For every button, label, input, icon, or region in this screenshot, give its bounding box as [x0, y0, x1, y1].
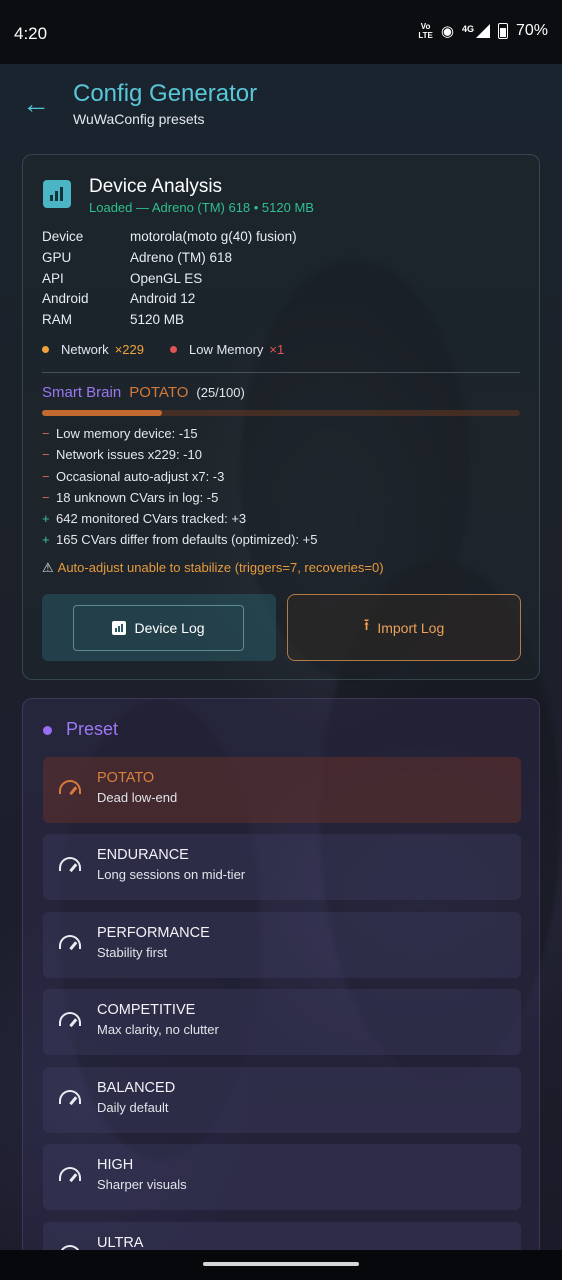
factor-item: − Network issues x229: -10 [42, 447, 202, 463]
page-subtitle: WuWaConfig presets [73, 111, 205, 127]
preset-name: BALANCED [97, 1080, 176, 1096]
preset-name: COMPETITIVE [97, 1002, 196, 1018]
preset-description: Stability first [97, 945, 168, 960]
factor-item: +165 CVars differ from defaults (optimiz… [42, 532, 318, 548]
hotspot-icon: ◉ [440, 23, 454, 40]
status-time: 4:20 [14, 24, 48, 43]
speedometer-icon [59, 935, 81, 949]
issue-flags: Network ×229 Low Memory ×1 [42, 342, 284, 357]
preset-name: ENDURANCE [97, 847, 189, 863]
signal-icon: 4G [462, 24, 490, 38]
preset-description: Long sessions on mid-tier [97, 867, 246, 882]
preset-section-title: Preset [66, 719, 119, 739]
analytics-icon [112, 621, 127, 635]
battery-level: 70% [515, 22, 548, 39]
status-bar: 4:20 Vo LTE ◉ 4G 70% [0, 0, 562, 64]
device-analysis-status: Loaded — Adreno (TM) 618 • 5120 MB [89, 200, 314, 215]
device-log-button[interactable]: Device Log [73, 605, 244, 651]
score-progress-bar [42, 410, 520, 416]
preset-name: POTATO [97, 770, 155, 786]
page-title: Config Generator [73, 80, 258, 107]
preset-name: PERFORMANCE [97, 925, 210, 941]
preset-description: Max clarity, no clutter [97, 1022, 219, 1037]
factor-item: − Occasional auto-adjust x7: -3 [42, 468, 225, 484]
preset-description: Daily default [97, 1100, 169, 1115]
auto-adjust-warning: ⚠ Auto-adjust unable to stabilize (trigge… [42, 560, 384, 575]
info-row: API OpenGL ES [42, 270, 203, 286]
import-log-button[interactable]: ⭱ Import Log [287, 594, 521, 661]
factor-item: − Low memory device: -15 [42, 426, 198, 441]
flag-label: Low Memory [188, 342, 264, 357]
speedometer-icon [59, 1090, 81, 1104]
preset-item-competitive[interactable]: COMPETITIVE Max clarity, no clutter [43, 989, 521, 1055]
status-icons: Vo LTE ◉ 4G 70% [418, 22, 548, 40]
factor-item: +642 monitored CVars tracked: +3 [42, 511, 247, 527]
divider [42, 372, 520, 373]
smart-brain-label: Smart Brain [42, 384, 122, 401]
info-row: Android Android 12 [42, 291, 196, 307]
flag-label: Network [61, 342, 109, 357]
network-dot-icon [42, 346, 49, 353]
preset-card: Preset POTATO Dead low-end ENDURANCE Lon… [22, 698, 540, 1280]
info-row: GPU Adreno (TM) 618 [42, 249, 233, 265]
smart-brain-score: (25/100) [196, 385, 245, 400]
device-info-table: Device motorola(moto g(40) fusion) GPU Adr… [42, 229, 512, 333]
preset-item-high[interactable]: HIGH Sharper visuals [43, 1144, 521, 1210]
back-arrow-icon[interactable]: ← [22, 88, 50, 120]
preset-item-endurance[interactable]: ENDURANCE Long sessions on mid-tier [43, 834, 521, 900]
flag-count: ×229 [114, 342, 144, 357]
preset-item-balanced[interactable]: BALANCED Daily default [43, 1067, 521, 1133]
battery-icon [497, 23, 508, 39]
score-factors-list: − Low memory device: -15 − Network issues … [42, 426, 522, 554]
flag-count: ×1 [269, 342, 285, 357]
gesture-nav-bar [0, 1250, 562, 1280]
smart-brain-header: Smart Brain POTATO (25/100) [42, 384, 245, 401]
preset-description: Dead low-end [97, 790, 178, 805]
volte-icon: Vo LTE [418, 22, 433, 40]
score-progress-fill [42, 410, 162, 416]
info-row: Device motorola(moto g(40) fusion) [42, 229, 297, 244]
preset-description: Sharper visuals [97, 1177, 187, 1192]
factor-item: −18 unknown CVars in log: -5 [42, 489, 219, 505]
smart-brain-tier: POTATO [129, 384, 189, 401]
device-log-button-container: Device Log [42, 594, 276, 661]
speedometer-icon [59, 1167, 81, 1181]
preset-name: ULTRA [97, 1235, 144, 1251]
import-log-label: Import Log [377, 619, 445, 636]
speedometer-icon [59, 857, 81, 871]
speedometer-icon [59, 1012, 81, 1026]
warning-icon: ⚠ [42, 560, 54, 575]
info-row: RAM 5120 MB [42, 312, 185, 328]
preset-name: HIGH [97, 1157, 134, 1173]
device-log-label: Device Log [134, 620, 205, 636]
preset-item-performance[interactable]: PERFORMANCE Stability first [43, 912, 521, 978]
low-memory-dot-icon [169, 346, 177, 353]
speedometer-icon [59, 780, 81, 794]
device-analysis-card: Device Analysis Loaded — Adreno (TM) 618… [22, 154, 540, 680]
section-dot-icon [43, 726, 52, 735]
preset-item-potato[interactable]: POTATO Dead low-end [43, 757, 521, 823]
home-handle[interactable] [203, 1262, 359, 1266]
upload-icon: ⭱ [363, 617, 370, 634]
device-analysis-title: Device Analysis [89, 176, 223, 197]
app-header: ← Config Generator WuWaConfig presets [0, 74, 562, 144]
analytics-icon [43, 180, 71, 208]
